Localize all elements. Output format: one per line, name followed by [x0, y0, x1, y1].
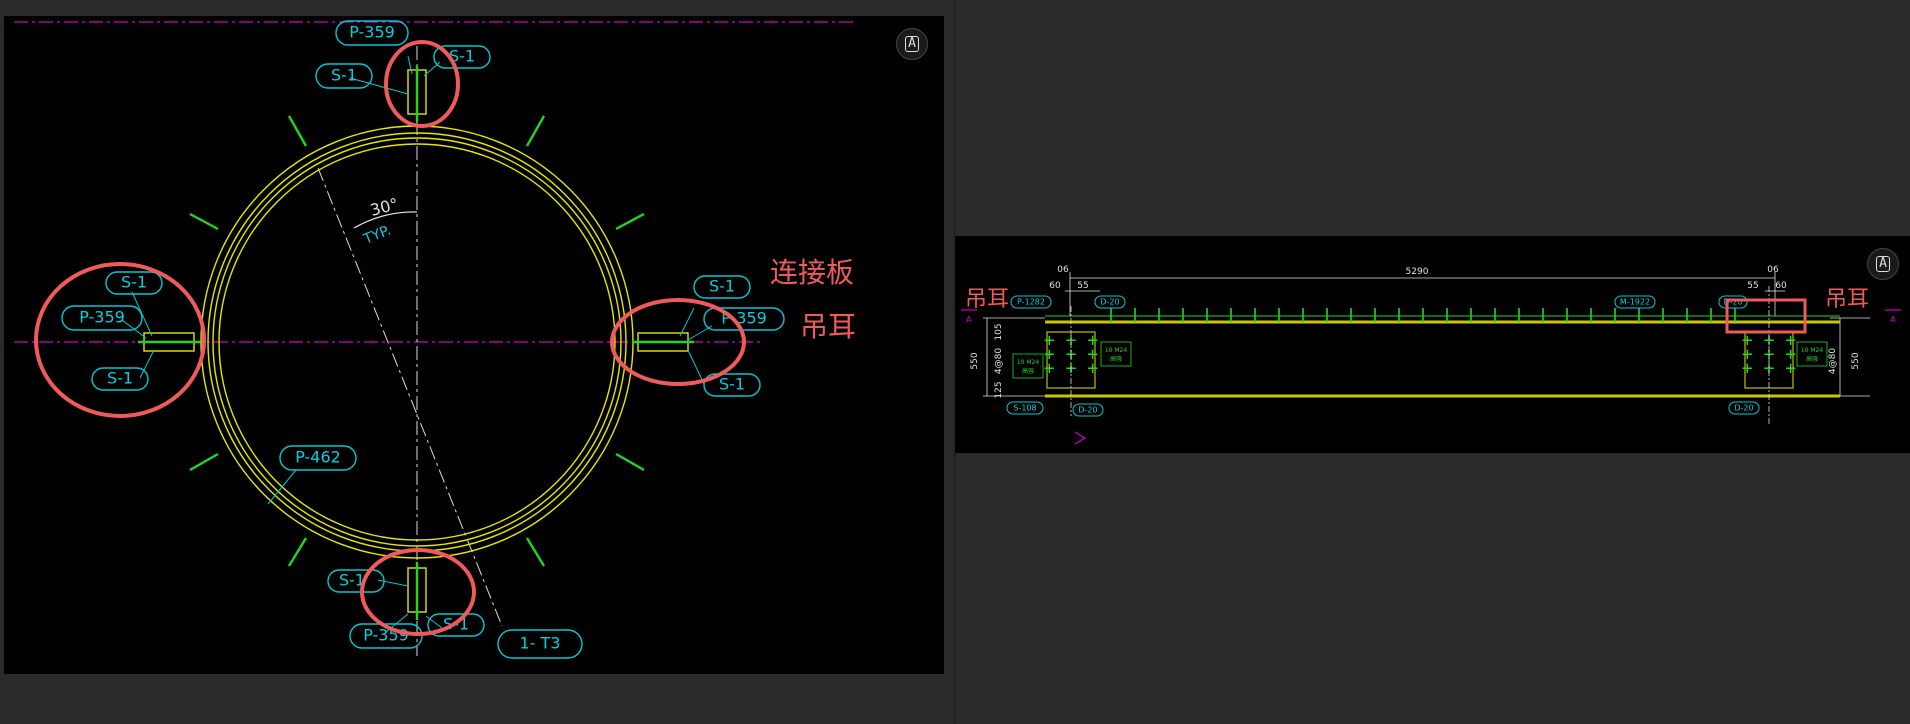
- dim-height-right: 550: [1851, 352, 1861, 369]
- left-drawing-svg: 30° TYP. P-359 S-1 S-1 S-1 P-359 S-1 S-1…: [14, 20, 856, 659]
- ocr-text-button-right[interactable]: A: [1867, 248, 1899, 280]
- dim-bottom-left: 125: [994, 381, 1004, 398]
- tag-left-s-top: S-1: [105, 271, 163, 295]
- bolt-note-right: 10 M24 高强: [1796, 341, 1828, 367]
- svg-text:10 M24: 10 M24: [1105, 347, 1128, 354]
- tag-top-s-left: S-1: [315, 63, 373, 89]
- dim-height-left: 550: [970, 352, 980, 369]
- angle-label: 30°: [368, 194, 400, 220]
- dim-left-c: 06: [1057, 265, 1069, 275]
- svg-text:S-1: S-1: [107, 369, 133, 388]
- svg-text:P-1282: P-1282: [1017, 298, 1045, 307]
- tag-left-s-bottom: S-1: [91, 367, 149, 391]
- svg-text:10 M24: 10 M24: [1801, 347, 1824, 354]
- tag-d20-b: D-20: [1718, 295, 1748, 309]
- right-drawing-panel: 5290 60 55 06 55 60 06 550 4@80 105 125 …: [955, 236, 1910, 453]
- annotation-lug-left: 吊耳: [965, 287, 1009, 312]
- section-arrow-bottom: [1074, 431, 1087, 445]
- tag-d20-c: D-20: [1072, 403, 1104, 417]
- svg-text:P-462: P-462: [295, 448, 341, 467]
- svg-text:P-359: P-359: [349, 23, 395, 42]
- svg-text:高强: 高强: [1110, 355, 1122, 363]
- tag-bottom-s-left: S-1: [327, 569, 385, 593]
- svg-text:S-1: S-1: [709, 277, 735, 296]
- dim-top-left: 105: [994, 323, 1004, 340]
- typ-label: TYP.: [361, 222, 394, 248]
- dim-left-b: 55: [1077, 281, 1088, 291]
- svg-text:P-359: P-359: [721, 309, 767, 328]
- annotation-lug: 吊耳: [800, 310, 856, 343]
- tag-d20-d: D-20: [1728, 401, 1760, 415]
- right-drawing-svg: 5290 60 55 06 55 60 06 550 4@80 105 125 …: [961, 265, 1901, 445]
- dim-holes-right: 4@80: [1828, 348, 1838, 374]
- svg-text:高强: 高强: [1806, 355, 1818, 363]
- svg-text:P-359: P-359: [79, 308, 125, 327]
- dim-left-a: 60: [1049, 281, 1061, 291]
- svg-text:M-1922: M-1922: [1620, 298, 1650, 307]
- lug-bottom: [407, 562, 427, 620]
- svg-text:S-1: S-1: [121, 273, 147, 292]
- dim-right-b: 60: [1775, 281, 1787, 291]
- ocr-text-icon: A: [1876, 256, 1890, 272]
- lug-top: [407, 66, 427, 122]
- bolt-note-left-2: 10 M24 高强: [1100, 341, 1132, 367]
- ocr-text-icon: A: [905, 36, 919, 52]
- tag-s108: S-108: [1006, 401, 1044, 415]
- svg-text:D-20: D-20: [1078, 406, 1097, 415]
- tag-m1922: M-1922: [1614, 295, 1656, 309]
- dim-holes-left: 4@80: [994, 348, 1004, 374]
- tag-ring: P-462: [279, 445, 357, 471]
- svg-text:1- T3: 1- T3: [520, 634, 561, 653]
- bolt-note-left: 10 M24 高强: [1012, 353, 1044, 379]
- tag-top-p: P-359: [335, 20, 409, 46]
- lug-left: [138, 332, 200, 352]
- tag-right-s-top: S-1: [693, 275, 751, 299]
- svg-text:S-1: S-1: [719, 375, 745, 394]
- svg-text:10 M24: 10 M24: [1017, 359, 1040, 366]
- dim-right-a: 55: [1747, 281, 1758, 291]
- tag-right-p: P-359: [703, 307, 785, 331]
- dimension-lines: [983, 272, 1870, 397]
- svg-text:S-1: S-1: [331, 66, 357, 85]
- svg-text:高强: 高强: [1022, 367, 1034, 375]
- ocr-text-button-left[interactable]: A: [896, 28, 928, 60]
- annotation-plate: 连接板: [770, 256, 854, 289]
- dim-right-c: 06: [1767, 265, 1779, 275]
- section-mark-right: A: [1885, 309, 1901, 324]
- left-drawing-panel: 30° TYP. P-359 S-1 S-1 S-1 P-359 S-1 S-1…: [4, 16, 944, 674]
- svg-text:A: A: [966, 315, 972, 324]
- svg-text:D-20: D-20: [1100, 298, 1119, 307]
- tag-d20-a: D-20: [1094, 295, 1126, 309]
- lug-right: [632, 332, 694, 352]
- dim-total: 5290: [1406, 267, 1429, 277]
- svg-text:A: A: [1890, 315, 1896, 324]
- tag-p1282: P-1282: [1010, 295, 1052, 309]
- svg-text:S-108: S-108: [1013, 404, 1036, 413]
- section-mark-left: A: [961, 309, 977, 324]
- svg-text:D-20: D-20: [1734, 404, 1753, 413]
- tag-section: 1- T3: [497, 629, 583, 659]
- annotation-lug-right: 吊耳: [1825, 287, 1869, 312]
- shear-studs: [1110, 308, 1736, 322]
